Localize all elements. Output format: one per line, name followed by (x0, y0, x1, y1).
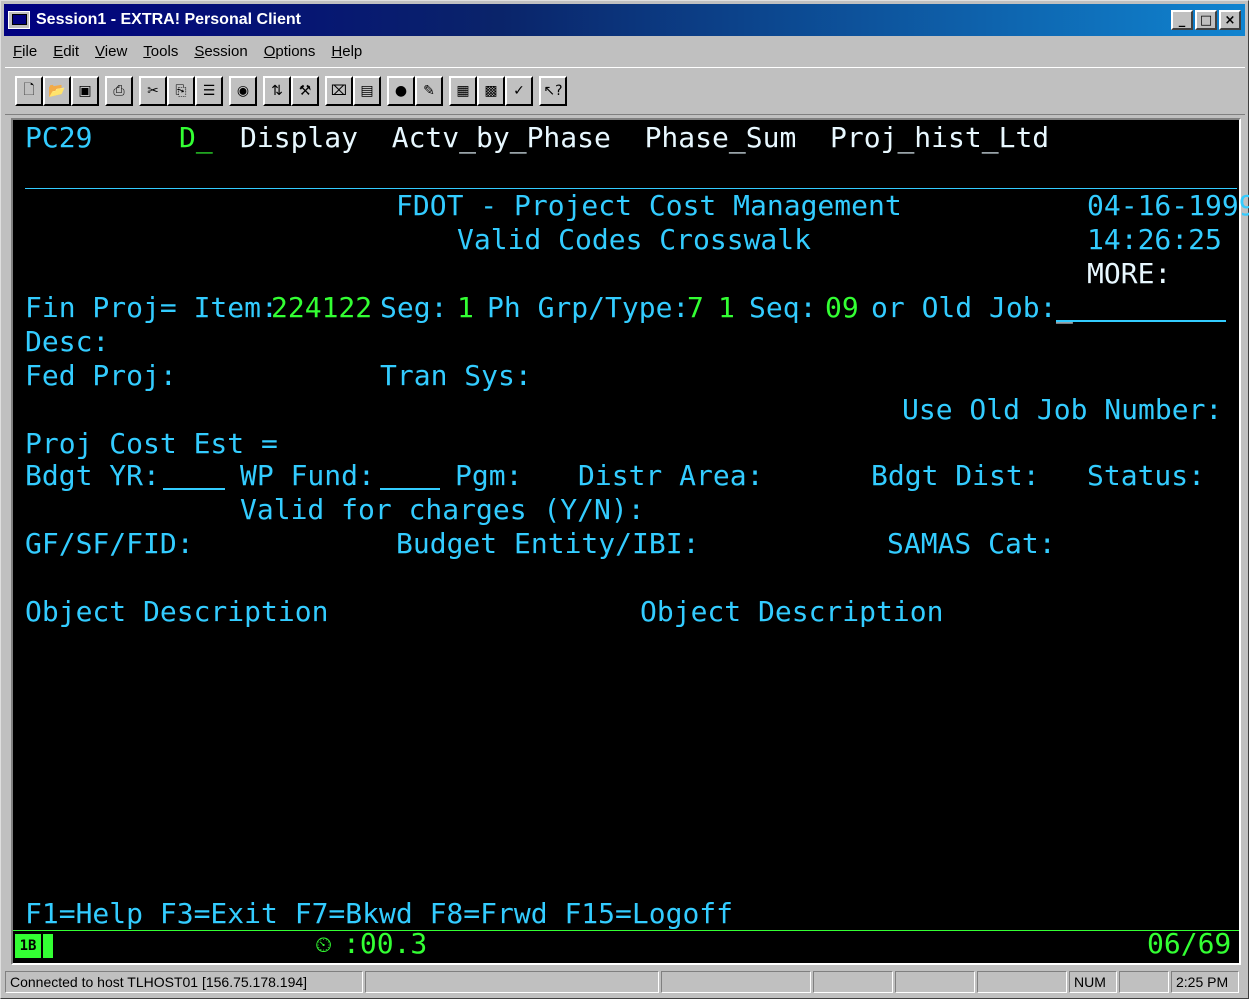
status-pane-2 (365, 971, 659, 993)
menu-options[interactable]: Options (256, 43, 324, 60)
menu-help[interactable]: Help (323, 43, 370, 60)
screen-subtitle: Valid Codes Crosswalk (457, 223, 812, 256)
object-desc-header-left: Object Description (25, 595, 329, 628)
oia-indicator: 1B (15, 934, 55, 958)
open-icon[interactable]: 📂 (43, 76, 71, 106)
menu-edit[interactable]: Edit (45, 43, 87, 60)
status-pane-5 (895, 971, 975, 993)
connection-status: Connected to host TLHOST01 [156.75.178.1… (5, 971, 363, 993)
budget-entity-label: Budget Entity/IBI: (396, 527, 700, 560)
status-pane-3 (661, 971, 811, 993)
copy-icon[interactable]: ⎘ (167, 76, 195, 106)
response-timer: :00.3 (343, 927, 428, 960)
screen-id: PC29 (25, 121, 93, 154)
form-icon[interactable]: ▩ (477, 76, 505, 106)
oia-divider (13, 930, 1239, 931)
status-label: Status: (1087, 459, 1206, 492)
seg-field[interactable]: 1 (457, 292, 474, 324)
ph-type-field[interactable]: 1 (718, 292, 735, 324)
app-window: Session1 - EXTRA! Personal Client _ □ × … (0, 0, 1249, 999)
page-icon[interactable]: ▤ (353, 76, 381, 106)
new-icon[interactable]: 🗋 (15, 76, 43, 106)
bdgt-yr-field[interactable] (163, 488, 225, 490)
edit-icon[interactable]: ✎ (415, 76, 443, 106)
wp-fund-field[interactable] (380, 488, 440, 490)
minimize-button[interactable]: _ (1171, 10, 1193, 30)
old-job-label: or Old Job: (871, 291, 1057, 324)
window-title: Session1 - EXTRA! Personal Client (36, 11, 301, 28)
num-lock-indicator: NUM (1069, 971, 1117, 993)
transfer-icon[interactable]: ⇅ (263, 76, 291, 106)
title-bar[interactable]: Session1 - EXTRA! Personal Client _ □ × (4, 4, 1245, 36)
menu-tools[interactable]: Tools (135, 43, 186, 60)
check-icon[interactable]: ✓ (505, 76, 533, 106)
maximize-button[interactable]: □ (1195, 10, 1217, 30)
toolbar: 🗋 📂 ▣ ⎙ ✂ ⎘ ☰ ◉ ⇅ ⚒ ⌧ ▤ ● ✎ ▦ ▩ ✓ ↖? (5, 67, 1245, 115)
printer-setup-icon[interactable]: ⌧ (325, 76, 353, 106)
paste-icon[interactable]: ☰ (195, 76, 223, 106)
ph-grp-type-label: Ph Grp/Type: (487, 291, 690, 324)
status-pane-8 (1119, 971, 1169, 993)
item-field[interactable]: 224122 (271, 292, 372, 324)
valid-charges-label: Valid for charges (Y/N): (240, 493, 645, 526)
old-job-field[interactable] (1056, 320, 1226, 322)
more-indicator: MORE: (1087, 257, 1172, 290)
tools-icon[interactable]: ⚒ (291, 76, 319, 106)
seg-label: Seg: (380, 291, 448, 324)
record-icon[interactable]: ● (387, 76, 415, 106)
use-old-job-label: Use Old Job Number: (902, 393, 1223, 426)
print-icon[interactable]: ⎙ (105, 76, 133, 106)
menu-session[interactable]: Session (186, 43, 255, 60)
seq-field[interactable]: 09 (825, 292, 859, 324)
gf-sf-fid-label: GF/SF/FID: (25, 527, 194, 560)
status-pane-4 (813, 971, 893, 993)
bdgt-dist-label: Bdgt Dist: (871, 459, 1040, 492)
fed-proj-label: Fed Proj: (25, 359, 177, 392)
menu-file[interactable]: File (5, 43, 45, 60)
terminal-app-icon[interactable] (8, 11, 30, 29)
status-pane-6 (977, 971, 1067, 993)
menu-view[interactable]: View (87, 43, 135, 60)
distr-area-label: Distr Area: (578, 459, 764, 492)
function-key-legend: F1=Help F3=Exit F7=Bkwd F8=Frwd F15=Logo… (25, 897, 734, 930)
close-button[interactable]: × (1219, 10, 1241, 30)
status-bar: Connected to host TLHOST01 [156.75.178.1… (5, 968, 1245, 996)
quickpad-icon[interactable]: ▦ (449, 76, 477, 106)
fin-proj-item-label: Fin Proj= Item: (25, 291, 278, 324)
tran-sys-label: Tran Sys: (380, 359, 532, 392)
system-title: FDOT - Project Cost Management (396, 189, 902, 222)
timer-icon: ⏲ (315, 933, 333, 958)
menu-bar: File Edit View Tools Session Options Hel… (5, 37, 1245, 65)
pgm-label: Pgm: (455, 459, 523, 492)
seq-label: Seq: (749, 291, 817, 324)
context-help-icon[interactable]: ↖? (539, 76, 567, 106)
wp-fund-label: WP Fund: (240, 459, 375, 492)
header-time: 14:26:25 (1087, 223, 1222, 256)
bdgt-yr-label: Bdgt YR: (25, 459, 160, 492)
desc-label: Desc: (25, 325, 110, 358)
cut-icon[interactable]: ✂ (139, 76, 167, 106)
samas-cat-label: SAMAS Cat: (887, 527, 1056, 560)
ph-grp-field[interactable]: 7 (687, 292, 704, 324)
cursor-position: 06/69 (1147, 927, 1232, 960)
proj-cost-est-label: Proj Cost Est = (25, 427, 278, 460)
object-desc-header-right: Object Description (640, 595, 944, 628)
action-code-field[interactable]: D_ (179, 122, 213, 154)
macro-icon[interactable]: ◉ (229, 76, 257, 106)
function-menu[interactable]: Display Actv_by_Phase Phase_Sum Proj_his… (240, 122, 1049, 154)
save-icon[interactable]: ▣ (71, 76, 99, 106)
status-clock: 2:25 PM (1171, 971, 1239, 993)
terminal-screen[interactable]: PC29 D_ Display Actv_by_Phase Phase_Sum … (11, 118, 1249, 965)
header-date: 04-16-1999 (1087, 189, 1249, 222)
